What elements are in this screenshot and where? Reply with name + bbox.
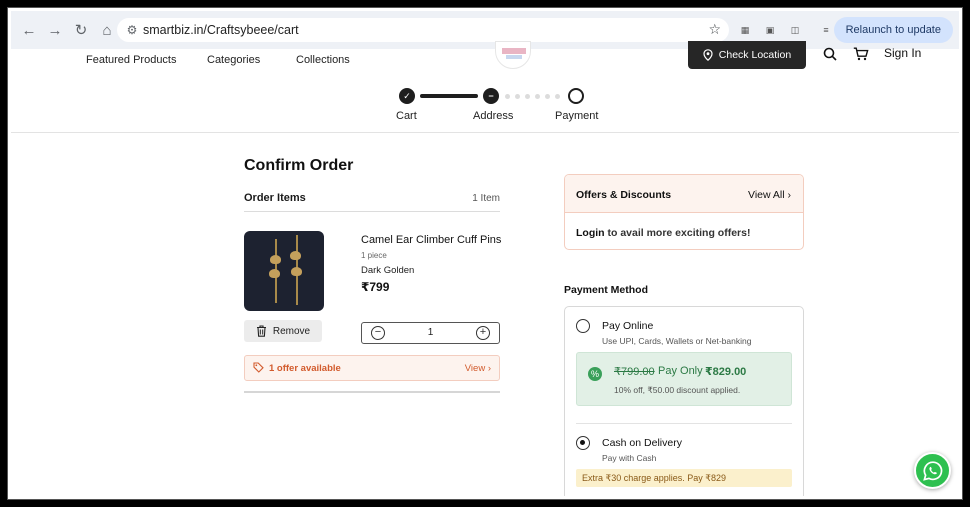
step-progress-line	[420, 94, 478, 98]
check-location-label: Check Location	[718, 49, 792, 61]
site-info-icon[interactable]: ⚙	[121, 23, 143, 37]
step-label-address[interactable]: Address	[473, 110, 513, 122]
pay-only-label: Pay Only	[658, 365, 703, 377]
browser-window: ← → ↻ ⌂ ⚙ smartbiz.in/Craftsybeee/cart ☆…	[7, 7, 963, 500]
header-divider	[11, 132, 959, 133]
product-variant: Dark Golden	[361, 265, 415, 276]
product-name[interactable]: Camel Ear Climber Cuff Pins	[361, 234, 501, 246]
extensions-puzzle-icon[interactable]: ◫	[786, 21, 804, 39]
pay-online-sub: Use UPI, Cards, Wallets or Net-banking	[602, 336, 752, 346]
check-location-button[interactable]: Check Location	[688, 41, 806, 69]
site-nav: Featured Products Categories Collections	[11, 49, 959, 71]
cart-icon[interactable]	[853, 47, 869, 64]
online-discount-box: % ₹799.00 Pay Only ₹829.00 10% off, ₹50.…	[576, 352, 792, 406]
order-items-divider	[244, 391, 500, 393]
pay-online-radio[interactable]	[576, 319, 590, 333]
offer-view-link[interactable]: View ›	[465, 363, 491, 374]
home-icon[interactable]: ⌂	[95, 18, 119, 42]
step-pending-dots	[505, 94, 560, 99]
tag-icon	[253, 362, 264, 376]
offer-available-text: 1 offer available	[269, 363, 341, 374]
order-items-heading: Order Items	[244, 192, 306, 204]
offers-discounts-card: Offers & Discounts View All › Login to a…	[564, 174, 804, 250]
search-icon[interactable]	[823, 47, 837, 64]
product-price: ₹799	[361, 280, 390, 294]
product-image[interactable]	[244, 231, 324, 311]
cod-label[interactable]: Cash on Delivery	[602, 437, 682, 449]
location-pin-icon	[703, 49, 713, 61]
checkout-stepper: ✓ − Cart Address Payment	[11, 81, 959, 131]
remove-label: Remove	[272, 325, 311, 337]
quantity-stepper: − 1 +	[361, 322, 500, 344]
whatsapp-icon	[922, 460, 942, 481]
order-items-count: 1 Item	[472, 193, 500, 204]
step-label-cart[interactable]: Cart	[396, 110, 417, 122]
nav-collections[interactable]: Collections	[296, 54, 350, 66]
cod-charge-note: Extra ₹30 charge applies. Pay ₹829	[576, 469, 792, 487]
trash-icon	[256, 325, 266, 337]
discount-note: 10% off, ₹50.00 discount applied.	[614, 385, 741, 395]
login-offers-rest: to avail more exciting offers!	[604, 227, 751, 239]
nav-categories[interactable]: Categories	[207, 54, 260, 66]
browser-toolbar: ← → ↻ ⌂ ⚙ smartbiz.in/Craftsybeee/cart ☆…	[11, 11, 959, 49]
order-items-header: Order Items 1 Item	[244, 192, 500, 212]
cash-on-delivery-radio[interactable]	[576, 436, 590, 450]
forward-icon[interactable]: →	[43, 18, 67, 42]
offers-title: Offers & Discounts	[576, 189, 672, 201]
chevron-right-icon: ›	[787, 189, 792, 201]
whatsapp-chat-button[interactable]	[914, 452, 951, 489]
reading-list-icon[interactable]: ≡	[817, 21, 835, 39]
cod-sub: Pay with Cash	[602, 453, 657, 463]
pay-online-label[interactable]: Pay Online	[602, 320, 653, 332]
remove-button[interactable]: Remove	[244, 320, 322, 342]
offer-available-strip[interactable]: 1 offer available View ›	[244, 355, 500, 381]
extension-icon[interactable]: ▣	[761, 21, 779, 39]
extension-icon[interactable]: ▦	[736, 21, 754, 39]
payment-method-card: Pay Online Use UPI, Cards, Wallets or Ne…	[564, 306, 804, 496]
address-bar[interactable]: ⚙ smartbiz.in/Craftsybeee/cart ☆	[117, 18, 729, 42]
discount-badge-icon: %	[588, 367, 602, 381]
offer-view-label: View	[464, 363, 486, 374]
sign-in-link[interactable]: Sign In	[884, 46, 921, 60]
relaunch-button[interactable]: Relaunch to update	[833, 17, 953, 43]
original-price: ₹799.00	[614, 366, 655, 378]
page-title: Confirm Order	[244, 157, 354, 174]
back-icon[interactable]: ←	[17, 18, 41, 42]
view-all-label: View All	[748, 189, 785, 201]
login-offers-text: Login to avail more exciting offers!	[576, 227, 750, 239]
payment-method-title: Payment Method	[564, 284, 649, 296]
step-todo-icon	[568, 88, 584, 104]
reload-icon[interactable]: ↻	[69, 18, 93, 42]
step-label-payment[interactable]: Payment	[555, 110, 598, 122]
payment-divider	[576, 423, 792, 424]
increase-quantity-icon[interactable]: +	[476, 326, 490, 340]
view-all-link[interactable]: View All ›	[748, 189, 791, 201]
discounted-price: ₹829.00	[705, 366, 747, 378]
login-link[interactable]: Login	[576, 227, 605, 239]
step-current-icon: −	[483, 88, 499, 104]
bookmark-star-icon[interactable]: ☆	[708, 21, 721, 38]
url-text: smartbiz.in/Craftsybeee/cart	[143, 23, 299, 37]
product-quantity-text: 1 piece	[361, 251, 387, 260]
nav-featured-products[interactable]: Featured Products	[86, 54, 177, 66]
step-done-check-icon: ✓	[399, 88, 415, 104]
